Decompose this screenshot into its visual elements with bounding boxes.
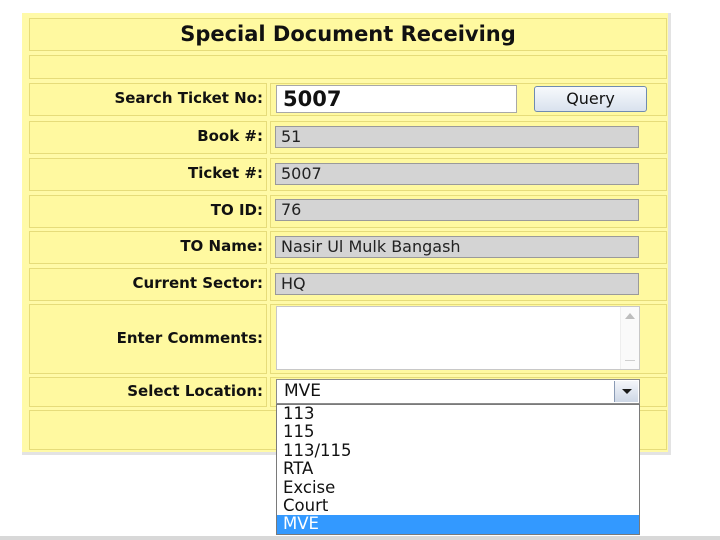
location-option[interactable]: 115 — [277, 422, 639, 441]
comments-textarea[interactable] — [276, 306, 640, 370]
comments-scrollbar[interactable] — [620, 307, 639, 369]
location-option[interactable]: 113 — [277, 404, 639, 423]
enter-comments-label: Enter Comments: — [116, 329, 263, 347]
book-field[interactable]: 51 — [275, 126, 639, 148]
page-title: Special Document Receiving — [180, 22, 516, 46]
location-option[interactable]: Excise — [277, 478, 639, 497]
ticket-field[interactable]: 5007 — [275, 163, 639, 185]
select-location-label: Select Location: — [127, 382, 263, 400]
to-name-field[interactable]: Nasir Ul Mulk Bangash — [275, 236, 639, 258]
location-option[interactable]: 113/115 — [277, 441, 639, 460]
query-button[interactable]: Query — [534, 86, 647, 112]
to-id-field[interactable]: 76 — [275, 199, 639, 221]
location-option[interactable]: Court — [277, 496, 639, 515]
current-sector-label: Current Sector: — [132, 274, 263, 292]
search-ticket-label: Search Ticket No: — [114, 89, 263, 107]
scroll-up-icon[interactable] — [625, 313, 635, 319]
dropdown-arrow-icon[interactable] — [614, 381, 638, 402]
to-id-label: TO ID: — [210, 201, 263, 219]
location-option[interactable]: RTA — [277, 459, 639, 478]
search-ticket-input[interactable]: 5007 — [276, 85, 517, 113]
location-selected-value: MVE — [284, 381, 322, 401]
bottom-divider — [0, 536, 720, 540]
current-sector-field[interactable]: HQ — [275, 273, 639, 295]
location-option-selected[interactable]: MVE — [277, 514, 639, 534]
spacer-row — [29, 55, 667, 79]
location-dropdown-list: 113 115 113/115 RTA Excise Court MVE — [276, 404, 640, 535]
book-label: Book #: — [197, 127, 263, 145]
ticket-label: Ticket #: — [188, 164, 263, 182]
location-select[interactable]: MVE — [276, 379, 640, 404]
to-name-label: TO Name: — [180, 237, 263, 255]
scroll-down-icon[interactable] — [625, 360, 635, 361]
